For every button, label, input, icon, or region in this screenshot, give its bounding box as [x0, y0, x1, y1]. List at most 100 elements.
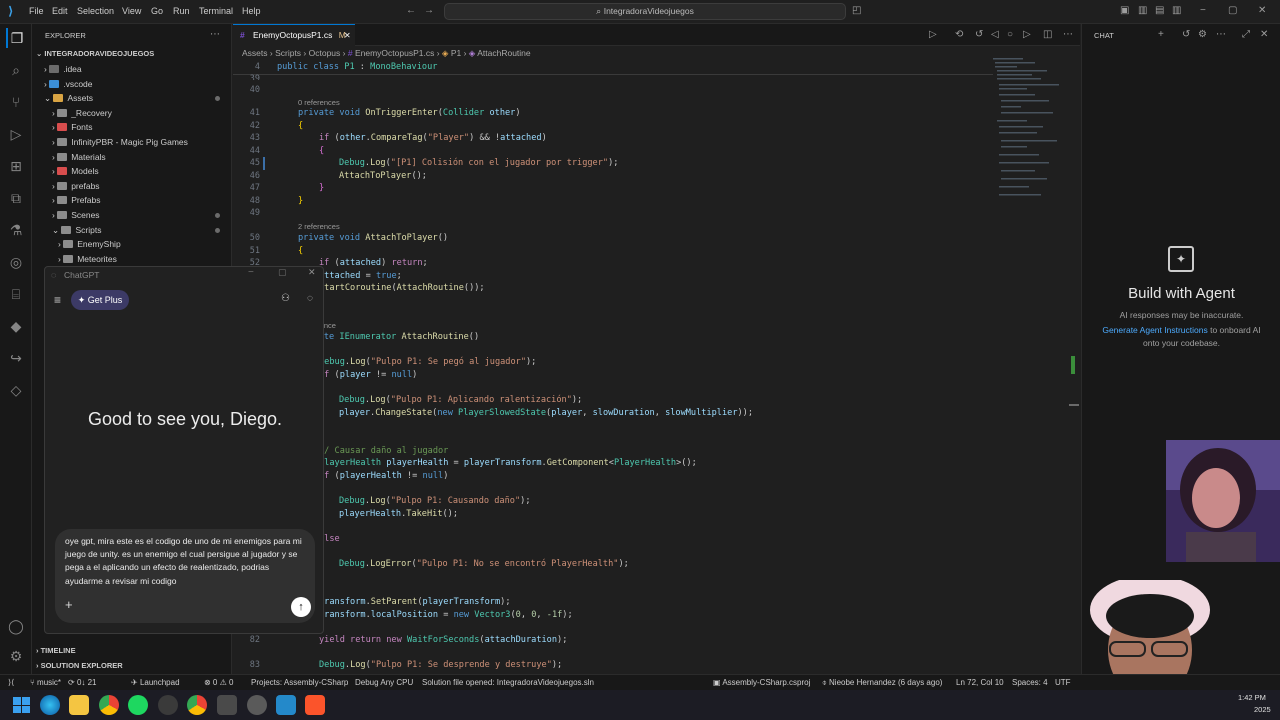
github-desktop-icon[interactable] — [158, 695, 178, 715]
copilot-icon[interactable]: ◰ — [852, 5, 861, 17]
get-plus-button[interactable]: ✦ Get Plus — [71, 290, 129, 310]
close-window-icon[interactable]: ✕ — [1258, 5, 1266, 17]
revert-icon[interactable]: ↺ — [975, 29, 983, 41]
tree-item-scripts[interactable]: ⌄ Scripts — [52, 225, 101, 236]
breadcrumb-scripts[interactable]: Scripts — [275, 48, 301, 58]
more-actions-icon[interactable]: ⋯ — [1216, 29, 1226, 41]
toggle-sidebar-icon[interactable]: ▥ — [1138, 5, 1147, 17]
tree-item-assets[interactable]: ⌄ Assets — [44, 93, 93, 104]
tree-item-models[interactable]: › Models — [52, 166, 99, 176]
generate-instructions-link[interactable]: Generate Agent Instructions — [1102, 325, 1207, 335]
breadcrumb-assets[interactable]: Assets — [242, 48, 268, 58]
breadcrumb-class[interactable]: P1 — [451, 48, 461, 58]
run-icon[interactable]: ▷ — [929, 29, 937, 41]
clock-time[interactable]: 1:42 PM — [1238, 693, 1266, 702]
accounts-icon[interactable]: ◯ — [6, 616, 26, 636]
git-blame-status[interactable]: ⌽ Nieobe Hernandez (6 days ago) — [822, 678, 942, 688]
windows-start-icon[interactable] — [11, 695, 31, 715]
chrome-profile-icon[interactable] — [187, 695, 207, 715]
encoding-status[interactable]: UTF — [1055, 678, 1071, 687]
profile-icon[interactable]: ⚇ — [281, 293, 290, 304]
sync-status[interactable]: ⟳ 0↓ 21 — [68, 678, 97, 687]
search-icon[interactable]: ⌕ — [6, 60, 26, 80]
workspace-root[interactable]: ⌄ INTEGRADORAVIDEOJUEGOS — [36, 49, 154, 58]
tree-item-infinitypbr[interactable]: › InfinityPBR - Magic Pig Games — [52, 137, 188, 147]
send-button[interactable]: ↑ — [291, 597, 311, 617]
next-change-icon[interactable]: ▷ — [1023, 29, 1031, 41]
window-maximize-icon[interactable]: ▢ — [278, 267, 287, 278]
breadcrumb-method[interactable]: AttachRoutine — [477, 48, 530, 58]
csproj-status[interactable]: ▣ Assembly-CSharp.csproj — [713, 678, 810, 687]
run-debug-icon[interactable]: ▷ — [6, 124, 26, 144]
chrome-icon[interactable] — [99, 695, 119, 715]
attach-plus-icon[interactable]: + — [65, 597, 73, 612]
more-actions-icon[interactable]: ⋯ — [1063, 29, 1073, 41]
tree-item-vscode[interactable]: › .vscode — [44, 79, 93, 89]
remote-icon[interactable]: ⧉ — [6, 188, 26, 208]
codelens-references[interactable]: 2 references — [298, 222, 340, 231]
branch-status[interactable]: ⑂ music* — [30, 678, 61, 687]
breadcrumb-file[interactable]: EnemyOctopusP1.cs — [355, 48, 434, 58]
remote-indicator-icon[interactable]: ⟩⟨ — [8, 678, 14, 687]
minimap[interactable] — [991, 54, 1081, 214]
command-center-search[interactable]: ⌕ IntegradoraVideojuegos — [444, 3, 846, 20]
menu-selection[interactable]: Selection — [77, 6, 114, 16]
more-actions-icon[interactable]: ⋯ — [210, 29, 220, 41]
close-tab-icon[interactable]: ✕ — [344, 25, 351, 46]
file-explorer-icon[interactable] — [69, 695, 89, 715]
codelens-references[interactable]: 0 references — [298, 98, 340, 107]
docker-icon[interactable]: ⌸ — [6, 284, 26, 304]
toggle-secondary-sidebar-icon[interactable]: ▥ — [1172, 5, 1181, 17]
split-editor-icon[interactable]: ◫ — [1043, 29, 1052, 41]
menu-file[interactable]: File — [29, 6, 44, 16]
settings-gear-icon[interactable]: ⚙ — [1198, 29, 1207, 41]
tree-item-scenes[interactable]: › Scenes — [52, 210, 100, 220]
tree-item-idea[interactable]: › .idea — [44, 64, 82, 74]
prompt-input[interactable]: oye gpt, mira este es el codigo de uno d… — [55, 529, 315, 623]
testing-icon[interactable]: ⚗ — [6, 220, 26, 240]
tree-item-meteorites[interactable]: › Meteorites — [58, 254, 117, 264]
config-status[interactable]: Debug Any CPU — [355, 678, 413, 687]
maximize-icon[interactable]: ▢ — [1228, 5, 1237, 17]
edge-icon[interactable] — [40, 695, 60, 715]
explorer-icon[interactable]: ❐ — [6, 28, 26, 48]
tree-item-prefabs-lower[interactable]: › prefabs — [52, 181, 100, 191]
compare-icon[interactable]: ⟲ — [955, 29, 963, 41]
tree-item-recovery[interactable]: › _Recovery — [52, 108, 112, 118]
git-graph-icon[interactable]: ◇ — [6, 380, 26, 400]
cursor-position[interactable]: Ln 72, Col 10 — [956, 678, 1004, 687]
brave-icon[interactable] — [305, 695, 325, 715]
launchpad-status[interactable]: ✈ Launchpad — [131, 678, 180, 687]
problems-status[interactable]: ⊗ 0 ⚠ 0 — [204, 678, 233, 687]
minimize-icon[interactable]: − — [1200, 5, 1206, 17]
tree-item-fonts[interactable]: › Fonts — [52, 122, 92, 132]
solution-explorer-section[interactable]: › SOLUTION EXPLORER — [36, 661, 123, 670]
window-minimize-icon[interactable]: − — [248, 267, 254, 278]
maximize-panel-icon[interactable]: ⤢ — [1242, 29, 1250, 41]
live-share-icon[interactable]: ↪ — [6, 348, 26, 368]
menu-terminal[interactable]: Terminal — [199, 6, 233, 16]
window-close-icon[interactable]: ✕ — [308, 267, 316, 278]
forward-arrow-icon[interactable]: → — [424, 5, 434, 17]
spotify-icon[interactable] — [128, 695, 148, 715]
unity-hub-icon[interactable] — [247, 695, 267, 715]
manage-gear-icon[interactable]: ⚙ — [6, 646, 26, 666]
layout-icon[interactable]: ▣ — [1120, 5, 1129, 17]
scrollbar-thumb[interactable] — [1069, 404, 1079, 406]
extensions-icon[interactable]: ⊞ — [6, 156, 26, 176]
sidebar-menu-icon[interactable]: ≡ — [54, 293, 61, 307]
github-icon[interactable]: ◎ — [6, 252, 26, 272]
toggle-panel-icon[interactable]: ▤ — [1155, 5, 1164, 17]
indent-status[interactable]: Spaces: 4 — [1012, 678, 1048, 687]
vscode-taskbar-icon[interactable] — [276, 695, 296, 715]
back-arrow-icon[interactable]: ← — [406, 5, 416, 17]
menu-view[interactable]: View — [122, 6, 141, 16]
python-icon[interactable]: ◆ — [6, 316, 26, 336]
menu-help[interactable]: Help — [242, 6, 261, 16]
tree-item-enemyship[interactable]: › EnemyShip — [58, 239, 121, 249]
solution-status[interactable]: Solution file opened: IntegradoraVideoju… — [422, 678, 594, 687]
menu-edit[interactable]: Edit — [52, 6, 68, 16]
tree-item-prefabs[interactable]: › Prefabs — [52, 195, 101, 205]
dot-icon[interactable]: ○ — [1007, 29, 1013, 41]
menu-go[interactable]: Go — [151, 6, 163, 16]
